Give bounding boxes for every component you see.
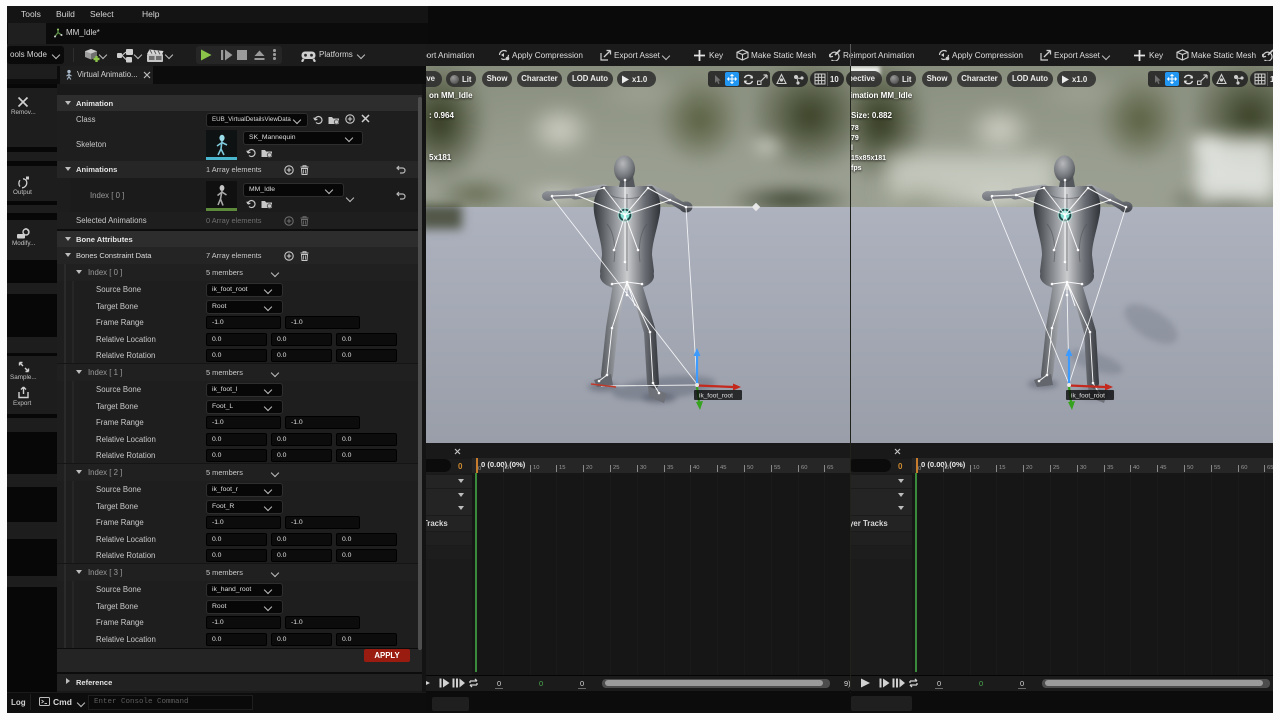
svg-text:ik_foot_root: ik_foot_root — [1071, 393, 1105, 400]
svg-text:ik_foot_root: ik_foot_root — [699, 393, 733, 400]
